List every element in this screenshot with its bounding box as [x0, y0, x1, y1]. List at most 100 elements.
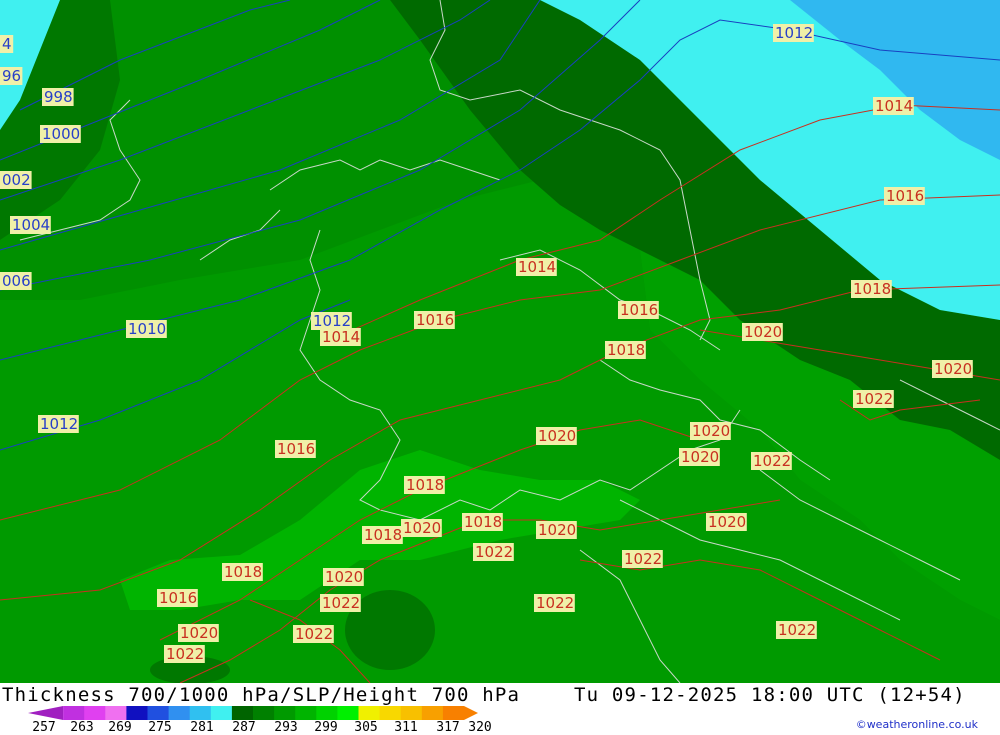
isobar-label: 006 — [0, 272, 32, 290]
isobar-label: 1010 — [126, 320, 167, 338]
isobar-label: 1016 — [618, 301, 659, 319]
credit-link[interactable]: ©weatheronline.co.uk — [856, 718, 978, 731]
isobar-label: 002 — [0, 171, 32, 189]
color-scale-swatch — [253, 706, 275, 720]
isobar-label-text: 1022 — [475, 543, 513, 561]
isobar-label-text: 1022 — [322, 594, 360, 612]
isobar-label-text: 1022 — [624, 550, 662, 568]
isobar-label-text: 1016 — [277, 440, 315, 458]
isobar-label-text: 998 — [44, 88, 73, 106]
isobar-label: 1018 — [605, 341, 646, 359]
isobar-label-text: 1018 — [364, 526, 402, 544]
color-scale-swatch — [126, 706, 148, 720]
color-scale-swatch — [400, 706, 423, 720]
isobar-label-text: 1022 — [295, 625, 333, 643]
isobar-label: 1022 — [776, 621, 817, 639]
isobar-label-text: 1016 — [416, 311, 454, 329]
isobar-label: 998 — [42, 88, 74, 106]
isobar-label: 1014 — [320, 328, 361, 346]
weather-map: 496998100000210040061010 1012101210121014… — [0, 0, 1000, 683]
color-scale-swatch — [189, 706, 212, 720]
isobar-label-text: 1020 — [325, 568, 363, 586]
isobar-label-text: 1016 — [886, 187, 924, 205]
color-scale-swatch — [147, 706, 170, 720]
color-scale-swatch — [337, 706, 359, 720]
isobar-label: 1022 — [853, 390, 894, 408]
isobar-label-text: 1018 — [406, 476, 444, 494]
color-scale-swatch — [28, 706, 64, 720]
isobar-label-text: 1022 — [778, 621, 816, 639]
isobar-label-text: 1022 — [753, 452, 791, 470]
isobar-label-text: 1020 — [180, 624, 218, 642]
isobar-label: 1022 — [622, 550, 663, 568]
isobar-label: 1016 — [157, 589, 198, 607]
isobar-label-text: 1020 — [934, 360, 972, 378]
map-footer: Thickness 700/1000 hPa/SLP/Height 700 hP… — [0, 683, 1000, 735]
isobar-label-text: 1020 — [403, 519, 441, 537]
color-scale-swatch — [231, 706, 254, 720]
color-scale-swatch — [210, 706, 233, 720]
isobar-label: 1022 — [293, 625, 334, 643]
isobar-label-text: 1010 — [128, 320, 166, 338]
color-scale-swatch — [84, 706, 106, 720]
isobar-label: 1018 — [362, 526, 403, 544]
isobar-label-text: 1020 — [744, 323, 782, 341]
isobar-label-text: 1018 — [224, 563, 262, 581]
isobar-label: 1022 — [534, 594, 575, 612]
isobar-label-text: 1018 — [607, 341, 645, 359]
isobar-label: 1022 — [473, 543, 514, 561]
isobar-label-text: 1022 — [855, 390, 893, 408]
isobar-label: 1020 — [690, 422, 731, 440]
isobar-label-text: 1016 — [620, 301, 658, 319]
isobar-label-text: 1014 — [322, 328, 360, 346]
isobar-label-text: 006 — [2, 272, 31, 290]
isobar-label-text: 1020 — [538, 521, 576, 539]
isobar-label: 1018 — [404, 476, 445, 494]
isobar-label-text: 1012 — [40, 415, 78, 433]
isobar-label: 1018 — [851, 280, 892, 298]
isobar-label: 1018 — [222, 563, 263, 581]
isobar-label: 96 — [0, 67, 23, 85]
color-scale-ticks: 257 263 269 275 281 287 293 299 305 311 317 320 — [0, 720, 500, 735]
isobar-label: 1020 — [742, 323, 783, 341]
isobar-label-text: 1000 — [42, 125, 80, 143]
isobar-label: 1014 — [873, 97, 914, 115]
isobar-label-text: 1018 — [853, 280, 891, 298]
map-title: Thickness 700/1000 hPa/SLP/Height 700 hP… — [2, 684, 521, 706]
isobar-label: 1020 — [401, 519, 442, 537]
isobar-label: 1020 — [536, 427, 577, 445]
isobar-label-text: 1020 — [538, 427, 576, 445]
isobar-label: 1020 — [932, 360, 973, 378]
isobar-label: 1012 — [38, 415, 79, 433]
isobar-label: 1014 — [516, 258, 557, 276]
color-scale-swatch — [379, 706, 402, 720]
color-scale-swatch — [442, 706, 478, 720]
isobar-label-text: 1022 — [166, 645, 204, 663]
isobar-label: 1022 — [320, 594, 361, 612]
isobar-label: 1000 — [40, 125, 81, 143]
isobar-label: 1016 — [884, 187, 925, 205]
color-scale-swatch — [105, 706, 127, 720]
isobar-label-text: 4 — [2, 35, 12, 53]
isobar-label-text: 1014 — [518, 258, 556, 276]
isobar-label: 4 — [0, 35, 14, 53]
isobar-label-text: 1020 — [708, 513, 746, 531]
isobar-label: 1018 — [462, 513, 503, 531]
isobar-label-text: 1012 — [775, 24, 813, 42]
isobar-label: 1016 — [414, 311, 455, 329]
isobar-label: 1012 — [773, 24, 814, 42]
isobar-label: 1004 — [10, 216, 51, 234]
isobar-label: 1020 — [178, 624, 219, 642]
isobar-label-text: 1020 — [681, 448, 719, 466]
isobar-label: 1020 — [706, 513, 747, 531]
isobar-label: 1020 — [323, 568, 364, 586]
isobar-label: 1020 — [679, 448, 720, 466]
isobar-label-text: 96 — [2, 67, 21, 85]
isobar-label-text: 1014 — [875, 97, 913, 115]
isobar-label: 1022 — [164, 645, 205, 663]
color-scale-swatch — [295, 706, 317, 720]
color-scale-swatch — [358, 706, 381, 720]
isobar-label-text: 1016 — [159, 589, 197, 607]
color-scale-swatch — [316, 706, 338, 720]
isobar-label-text: 1022 — [536, 594, 574, 612]
